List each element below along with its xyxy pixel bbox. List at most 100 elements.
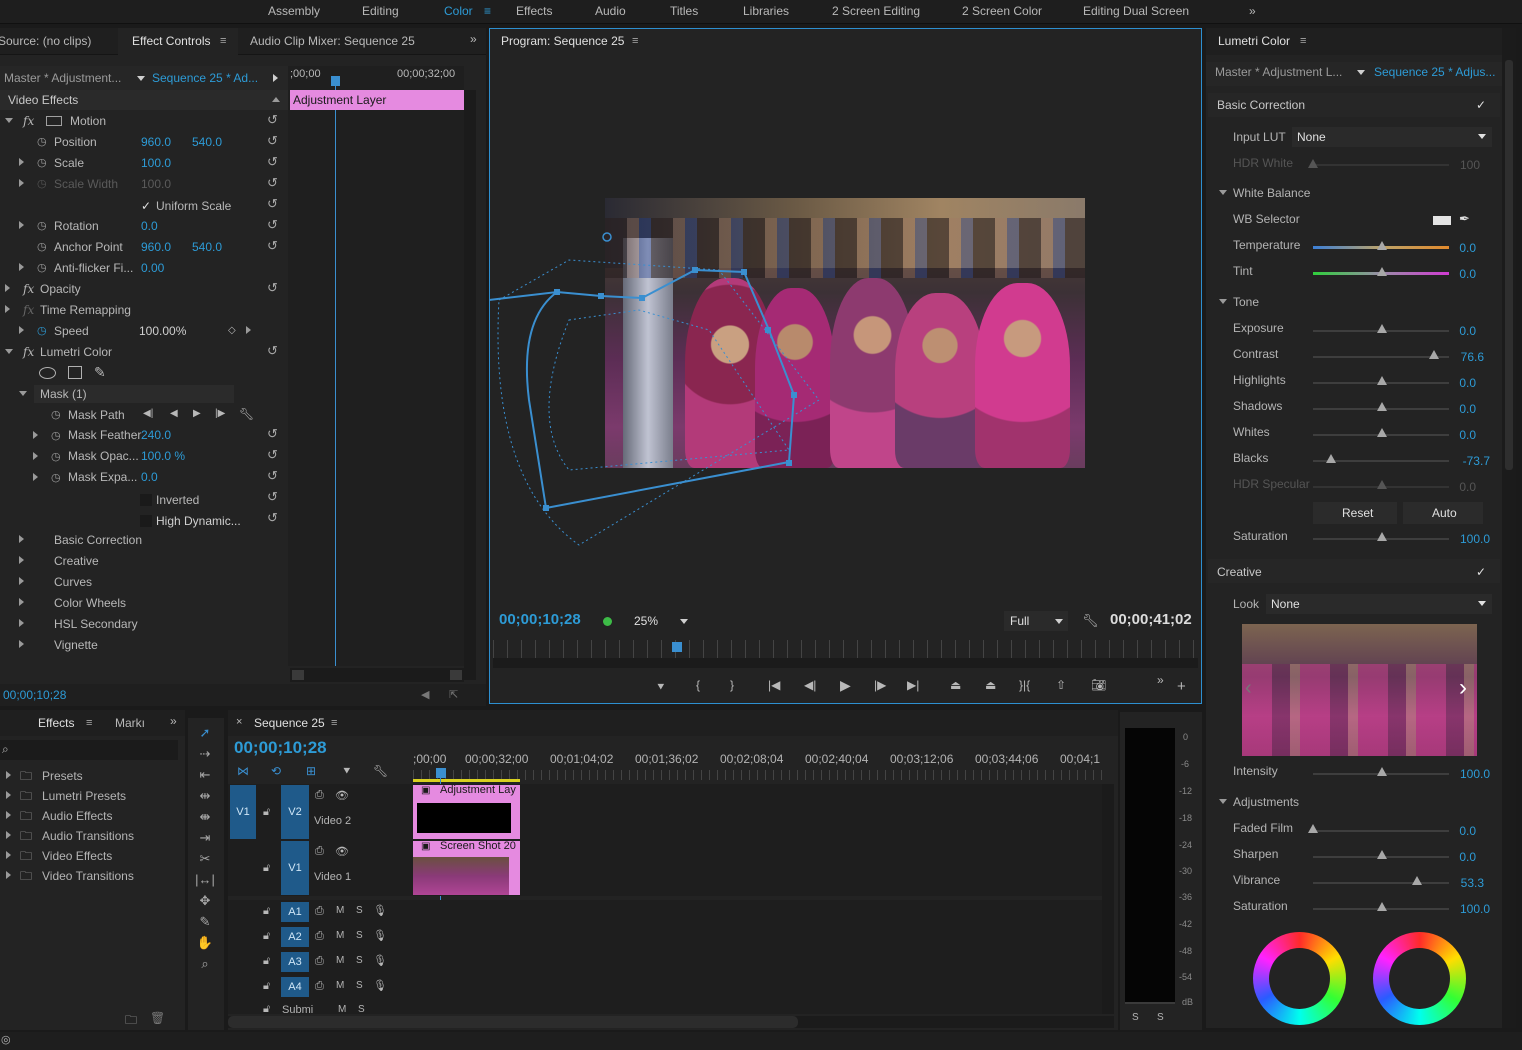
faded-film-slider[interactable] xyxy=(1313,830,1449,832)
workspace-tab-assembly[interactable]: Assembly xyxy=(268,4,320,18)
toggle-sync-icon[interactable]: ⎙ xyxy=(315,980,324,993)
disclosure-mask-feather-icon[interactable] xyxy=(33,431,38,439)
disclosure-audio-effects-icon[interactable] xyxy=(6,811,11,819)
rolling-edit-tool-icon[interactable]: ⇹ xyxy=(194,788,216,806)
disclosure-lumetri-presets-icon[interactable] xyxy=(6,791,11,799)
tint-value[interactable]: 0.0 xyxy=(1444,267,1476,281)
blacks-value[interactable]: -73.7 xyxy=(1444,454,1490,468)
stopwatch-icon[interactable]: ◷ xyxy=(51,471,61,484)
shadows-value[interactable]: 0.0 xyxy=(1444,402,1476,416)
overflow-icon[interactable]: » xyxy=(1157,673,1164,687)
step-forward-icon[interactable]: |▶ xyxy=(874,678,886,692)
microphone-icon[interactable]: 🎙︎ xyxy=(373,954,387,967)
reset-icon[interactable]: ↺ xyxy=(267,447,278,463)
lift-icon[interactable]: ⏏ xyxy=(950,678,961,692)
mute-button[interactable]: M xyxy=(336,930,344,941)
panel-menu-icon[interactable]: ≡ xyxy=(86,717,92,729)
chevron-down-icon[interactable] xyxy=(1357,70,1365,75)
mask-vertex[interactable] xyxy=(741,269,747,275)
add-button-icon[interactable]: + xyxy=(1177,678,1186,695)
tab-markers[interactable]: Markı xyxy=(115,716,145,730)
panel-menu-icon[interactable]: ≡ xyxy=(1300,35,1306,47)
disclosure-presets-icon[interactable] xyxy=(6,771,11,779)
color-wheels-label[interactable]: Color Wheels xyxy=(54,593,126,613)
stopwatch-icon[interactable]: ◷ xyxy=(37,240,47,253)
disclosure-color-wheels-icon[interactable] xyxy=(19,598,24,606)
adj-saturation-value[interactable]: 100.0 xyxy=(1444,902,1490,916)
ec-current-time[interactable]: 00;00;10;28 xyxy=(3,685,66,705)
lock-icon[interactable]: 🔓︎ xyxy=(263,806,270,819)
eye-icon[interactable]: 👁︎ xyxy=(335,845,349,858)
stopwatch-icon[interactable]: ◷ xyxy=(51,429,61,442)
toggle-sync-icon[interactable]: ⎙ xyxy=(315,845,324,858)
audio-play-icon[interactable]: ◀︎ xyxy=(421,685,429,705)
sharpen-thumb[interactable] xyxy=(1377,850,1387,859)
disclosure-creative-icon[interactable] xyxy=(19,556,24,564)
disclosure-tone-icon[interactable] xyxy=(1219,299,1227,304)
workspace-tab-editing-dual-screen[interactable]: Editing Dual Screen xyxy=(1083,4,1189,18)
wrench-icon[interactable]: 🔧︎ xyxy=(1082,611,1099,631)
disclosure-rotation-icon[interactable] xyxy=(19,221,24,229)
extract-icon[interactable]: ⏏ xyxy=(985,678,996,692)
lock-icon[interactable]: 🔓︎ xyxy=(263,930,270,943)
wrench-icon[interactable]: 🔧︎ xyxy=(239,404,254,424)
collapse-icon[interactable] xyxy=(272,97,280,102)
vibrance-value[interactable]: 53.3 xyxy=(1444,876,1484,890)
workspace-tab-libraries[interactable]: Libraries xyxy=(743,4,789,18)
basic-correction-label[interactable]: Basic Correction xyxy=(54,530,142,550)
basic-correction-header[interactable]: Basic Correction xyxy=(1217,95,1305,115)
new-bin-icon[interactable]: 🗀︎ xyxy=(125,1011,137,1032)
stopwatch-icon[interactable]: ◷ xyxy=(37,156,47,169)
disclosure-audio-transitions-icon[interactable] xyxy=(6,831,11,839)
magnify-tool-icon[interactable]: ⌕ xyxy=(194,956,216,974)
mark-out-icon[interactable]: } xyxy=(730,678,734,692)
adj-saturation-thumb[interactable] xyxy=(1377,902,1387,911)
stopwatch-icon[interactable]: ◷ xyxy=(37,261,47,274)
lumetri-title[interactable]: Lumetri Color xyxy=(1218,34,1290,48)
sequence-clip-label[interactable]: Sequence 25 * Ad... xyxy=(152,68,258,88)
disclosure-speed-icon[interactable] xyxy=(19,326,24,334)
rectangle-mask-icon[interactable] xyxy=(68,366,82,379)
whites-thumb[interactable] xyxy=(1377,428,1387,437)
toggle-sync-icon[interactable]: ⎙ xyxy=(315,905,324,918)
anti-flicker-value[interactable]: 0.00 xyxy=(141,258,164,278)
workspace-tab-effects[interactable]: Effects xyxy=(516,4,552,18)
track-backward-icon[interactable]: ◀| xyxy=(143,404,153,424)
timeline-vscroll[interactable] xyxy=(1102,784,1114,1014)
solo-button[interactable]: S xyxy=(356,980,363,991)
disclosure-basic-correction-icon[interactable] xyxy=(19,535,24,543)
add-marker-icon[interactable]: ⯆ xyxy=(656,680,666,695)
reset-icon[interactable]: ↺ xyxy=(267,196,278,212)
inverted-checkbox[interactable] xyxy=(140,494,152,506)
mask-vertex[interactable] xyxy=(543,505,549,511)
next-keyframe-icon[interactable] xyxy=(246,326,251,334)
slip-tool-icon[interactable]: ✂ xyxy=(194,851,216,869)
disclosure-mask-icon[interactable] xyxy=(19,391,27,396)
work-area-bar[interactable] xyxy=(413,779,520,782)
whites-value[interactable]: 0.0 xyxy=(1444,428,1476,442)
step-back-icon[interactable]: ◀| xyxy=(804,678,816,692)
anchor-y-value[interactable]: 540.0 xyxy=(192,237,222,257)
faded-film-thumb[interactable] xyxy=(1308,824,1318,833)
reset-icon[interactable]: ↺ xyxy=(267,426,278,442)
solo-button[interactable]: S xyxy=(356,905,363,916)
lock-icon[interactable]: 🔓︎ xyxy=(263,980,270,993)
mute-button[interactable]: M xyxy=(336,905,344,916)
disclosure-mask-opacity-icon[interactable] xyxy=(33,452,38,460)
disclosure-hsl-icon[interactable] xyxy=(19,619,24,627)
track-forward-frame-icon[interactable]: ▶ xyxy=(193,404,201,424)
track-a4[interactable]: A4 xyxy=(281,977,309,997)
disclosure-white-balance-icon[interactable] xyxy=(1219,190,1227,195)
fx-icon[interactable]: fx xyxy=(23,279,34,299)
reset-button[interactable]: Reset xyxy=(1342,506,1373,520)
vignette-label[interactable]: Vignette xyxy=(54,635,98,655)
faded-film-value[interactable]: 0.0 xyxy=(1444,824,1476,838)
fx-icon[interactable]: fx xyxy=(23,111,34,131)
input-lut-dropdown[interactable]: None xyxy=(1297,130,1326,144)
look-prev-icon[interactable]: ‹ xyxy=(1245,677,1252,700)
mask-feather-handle[interactable] xyxy=(602,232,612,242)
timeline-hscroll-thumb[interactable] xyxy=(228,1016,798,1028)
timeline-settings-icon[interactable]: 🔧︎ xyxy=(373,764,388,778)
mask-vertex[interactable] xyxy=(598,293,604,299)
program-scrollbar[interactable] xyxy=(493,658,1198,668)
